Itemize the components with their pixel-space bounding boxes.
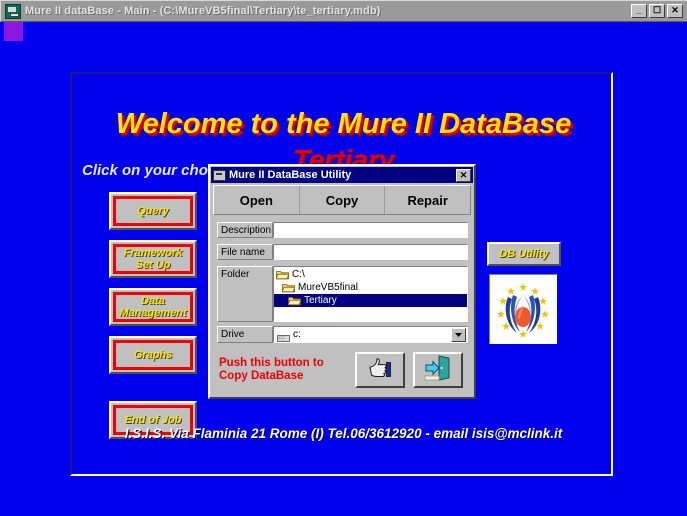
drive-row: Drive c: xyxy=(217,326,468,343)
eu-laurel-flame-logo xyxy=(489,274,557,344)
folder-row: Folder C:\ MureVB5final Tertiary xyxy=(217,266,468,322)
file-name-input[interactable] xyxy=(273,244,468,260)
purple-swatch xyxy=(4,22,23,41)
application-window: Mure II dataBase - Main - (C:\MureVB5fin… xyxy=(0,0,687,516)
copy-hint-text: Push this button to Copy DataBase xyxy=(219,357,324,382)
folder-list-item-selected[interactable]: Tertiary xyxy=(274,294,467,307)
dialog-close-button[interactable]: ✕ xyxy=(456,168,471,182)
folder-open-icon xyxy=(281,283,296,293)
tab-open[interactable]: Open xyxy=(214,186,300,214)
utility-dialog: Mure II DataBase Utility ✕ Open Copy Rep… xyxy=(208,164,476,399)
chevron-down-icon[interactable] xyxy=(451,327,466,342)
nav-button-graphs[interactable]: Graphs xyxy=(109,336,197,374)
description-row: Description xyxy=(217,222,468,238)
hard-drive-icon xyxy=(277,330,290,342)
dialog-tab-bar: Open Copy Repair xyxy=(213,185,471,215)
file-name-label: File name xyxy=(217,244,273,260)
exit-button[interactable] xyxy=(413,352,463,388)
logo-graphic xyxy=(497,283,549,338)
description-label: Description xyxy=(217,222,273,238)
drive-value: c: xyxy=(293,329,301,340)
occluded-mark-left: ’’ xyxy=(174,370,182,377)
footer-contact-text: I.S.I.S. Via Flaminia 21 Rome (I) Tel.06… xyxy=(124,426,563,441)
nav-button-framework-setup-label: Framework Set Up xyxy=(123,247,183,271)
dialog-titlebar: Mure II DataBase Utility ✕ xyxy=(211,167,473,183)
dialog-title: Mure II DataBase Utility xyxy=(229,169,352,181)
nav-button-query-label: Query xyxy=(137,205,169,217)
minimize-button[interactable]: _ xyxy=(631,4,647,18)
nav-button-framework-setup-frame: Framework Set Up xyxy=(113,244,193,274)
folder-list-item[interactable]: C:\ xyxy=(274,268,467,281)
close-button[interactable]: ✕ xyxy=(667,4,683,18)
thumbs-up-icon xyxy=(367,356,393,385)
dialog-action-area: Push this button to Copy DataBase xyxy=(217,348,468,392)
window-controls: _ ☐ ✕ xyxy=(631,4,683,18)
utility-icon xyxy=(213,169,226,181)
nav-button-framework-setup[interactable]: Framework Set Up xyxy=(109,240,197,278)
drive-combobox[interactable]: c: xyxy=(273,326,468,343)
folder-list-item-label: C:\ xyxy=(292,269,305,280)
database-app-icon xyxy=(5,3,21,19)
folder-label: Folder xyxy=(217,266,273,322)
folder-list-item-label: MureVB5final xyxy=(298,282,359,293)
nav-button-graphs-label: Graphs xyxy=(133,349,173,361)
nav-button-data-management-frame: Data Management xyxy=(113,292,193,322)
folder-list-item-label: Tertiary xyxy=(304,295,337,306)
nav-button-graphs-frame: Graphs xyxy=(113,340,193,370)
nav-button-end-of-job-label: End of Job xyxy=(124,414,182,426)
nav-button-query-frame: Query xyxy=(113,196,193,226)
folder-open-icon xyxy=(287,296,302,306)
folder-open-icon xyxy=(275,270,290,280)
drive-label: Drive xyxy=(217,326,273,343)
tab-copy[interactable]: Copy xyxy=(299,186,386,214)
nav-button-data-management[interactable]: Data Management xyxy=(109,288,197,326)
window-title: Mure II dataBase - Main - (C:\MureVB5fin… xyxy=(25,5,381,17)
file-name-row: File name xyxy=(217,244,468,260)
description-input[interactable] xyxy=(273,222,468,238)
maximize-button[interactable]: ☐ xyxy=(649,4,665,18)
prompt-text: Click on your choice xyxy=(82,162,229,179)
tab-repair[interactable]: Repair xyxy=(385,186,471,214)
confirm-copy-button[interactable] xyxy=(355,352,405,388)
nav-button-query[interactable]: Query xyxy=(109,192,197,230)
client-area: Welcome to the Mure II DataBase Tertiary… xyxy=(0,22,687,516)
page-title: Welcome to the Mure II DataBase xyxy=(115,108,572,140)
nav-button-data-management-label: Data Management xyxy=(119,295,187,319)
window-titlebar: Mure II dataBase - Main - (C:\MureVB5fin… xyxy=(0,0,687,22)
folder-list[interactable]: C:\ MureVB5final Tertiary xyxy=(273,266,468,322)
exit-door-icon xyxy=(424,354,452,386)
db-utility-button-label: DB Utility xyxy=(499,248,549,260)
folder-list-item[interactable]: MureVB5final xyxy=(274,281,467,294)
db-utility-button[interactable]: DB Utility xyxy=(487,242,561,266)
